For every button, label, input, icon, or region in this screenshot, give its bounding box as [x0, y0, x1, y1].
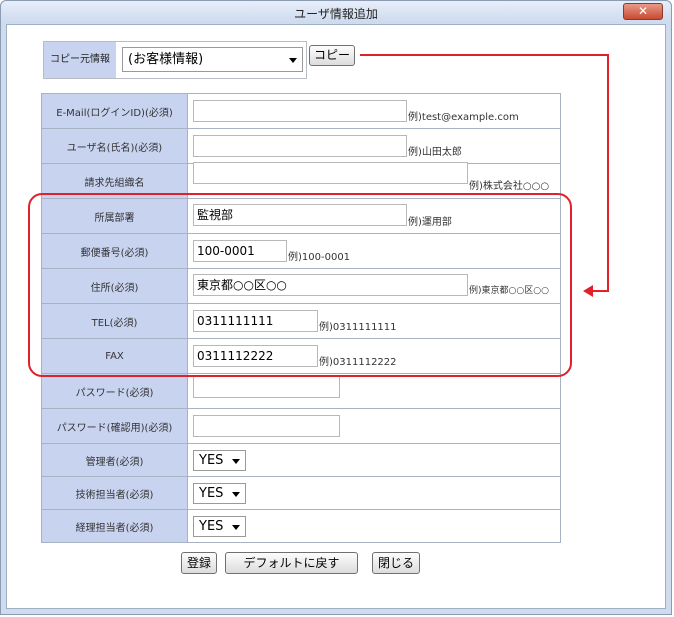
- annotation-highlight-box: [28, 193, 572, 377]
- admin-cell: YES: [187, 443, 561, 477]
- admin-label: 管理者(必須): [41, 443, 188, 477]
- username-input[interactable]: [193, 135, 407, 157]
- annotation-arrow-line: [592, 290, 609, 292]
- row-tech-contact: 技術担当者(必須) YES: [41, 476, 561, 510]
- copy-source-select[interactable]: (お客様情報): [122, 47, 303, 72]
- tech-contact-cell: YES: [187, 476, 561, 510]
- reset-default-button[interactable]: デフォルトに戻す: [225, 552, 358, 574]
- tech-contact-select[interactable]: YES: [193, 483, 246, 504]
- chevron-down-icon: [232, 458, 240, 464]
- billing-contact-select[interactable]: YES: [193, 516, 246, 537]
- billing-contact-value: YES: [199, 519, 224, 534]
- admin-value: YES: [199, 453, 224, 468]
- billing-contact-cell: YES: [187, 509, 561, 543]
- copy-button[interactable]: コピー: [309, 45, 355, 66]
- annotation-arrow-line: [360, 54, 609, 56]
- annotation-arrow-line: [607, 54, 609, 292]
- row-admin: 管理者(必須) YES: [41, 443, 561, 477]
- dialog-window: ユーザ情報追加 ✕ コピー元情報 (お客様情報) コピー E-Mail(ログイン…: [0, 0, 672, 615]
- email-input[interactable]: [193, 100, 407, 122]
- chevron-down-icon: [232, 491, 240, 497]
- row-password-confirm: パスワード(確認用)(必須): [41, 408, 561, 444]
- row-username: ユーザ名(氏名)(必須) 例)山田太郎: [41, 128, 561, 164]
- username-example: 例)山田太郎: [408, 147, 462, 158]
- username-label: ユーザ名(氏名)(必須): [41, 128, 188, 164]
- dialog-content: コピー元情報 (お客様情報) コピー E-Mail(ログインID)(必須) 例)…: [6, 24, 666, 609]
- row-billing-contact: 経理担当者(必須) YES: [41, 509, 561, 543]
- close-window-button[interactable]: ✕: [623, 3, 663, 20]
- username-cell: 例)山田太郎: [187, 128, 561, 164]
- billing-input[interactable]: [193, 162, 468, 184]
- password-label: パスワード(必須): [41, 373, 188, 409]
- chevron-down-icon: [289, 57, 297, 63]
- annotation-arrow-head-icon: [583, 285, 593, 297]
- register-button[interactable]: 登録: [181, 552, 217, 574]
- chevron-down-icon: [232, 524, 240, 530]
- password-confirm-cell: [187, 408, 561, 444]
- password-confirm-label: パスワード(確認用)(必須): [41, 408, 188, 444]
- password-confirm-input[interactable]: [193, 415, 340, 437]
- row-email: E-Mail(ログインID)(必須) 例)test@example.com: [41, 93, 561, 129]
- title-bar[interactable]: ユーザ情報追加 ✕: [1, 1, 671, 23]
- tech-contact-value: YES: [199, 486, 224, 501]
- tech-contact-label: 技術担当者(必須): [41, 476, 188, 510]
- row-password: パスワード(必須): [41, 373, 561, 409]
- copy-source-value: (お客様情報): [128, 52, 204, 67]
- email-cell: 例)test@example.com: [187, 93, 561, 129]
- password-input[interactable]: [193, 376, 340, 398]
- email-example: 例)test@example.com: [408, 112, 519, 123]
- copy-source-box: コピー元情報 (お客様情報): [43, 41, 307, 79]
- email-label: E-Mail(ログインID)(必須): [41, 93, 188, 129]
- copy-source-label: コピー元情報: [44, 42, 116, 78]
- password-cell: [187, 373, 561, 409]
- billing-contact-label: 経理担当者(必須): [41, 509, 188, 543]
- close-button[interactable]: 閉じる: [372, 552, 420, 574]
- window-title: ユーザ情報追加: [294, 7, 378, 21]
- billing-example: 例)株式会社○○○: [469, 181, 550, 192]
- admin-select[interactable]: YES: [193, 450, 246, 471]
